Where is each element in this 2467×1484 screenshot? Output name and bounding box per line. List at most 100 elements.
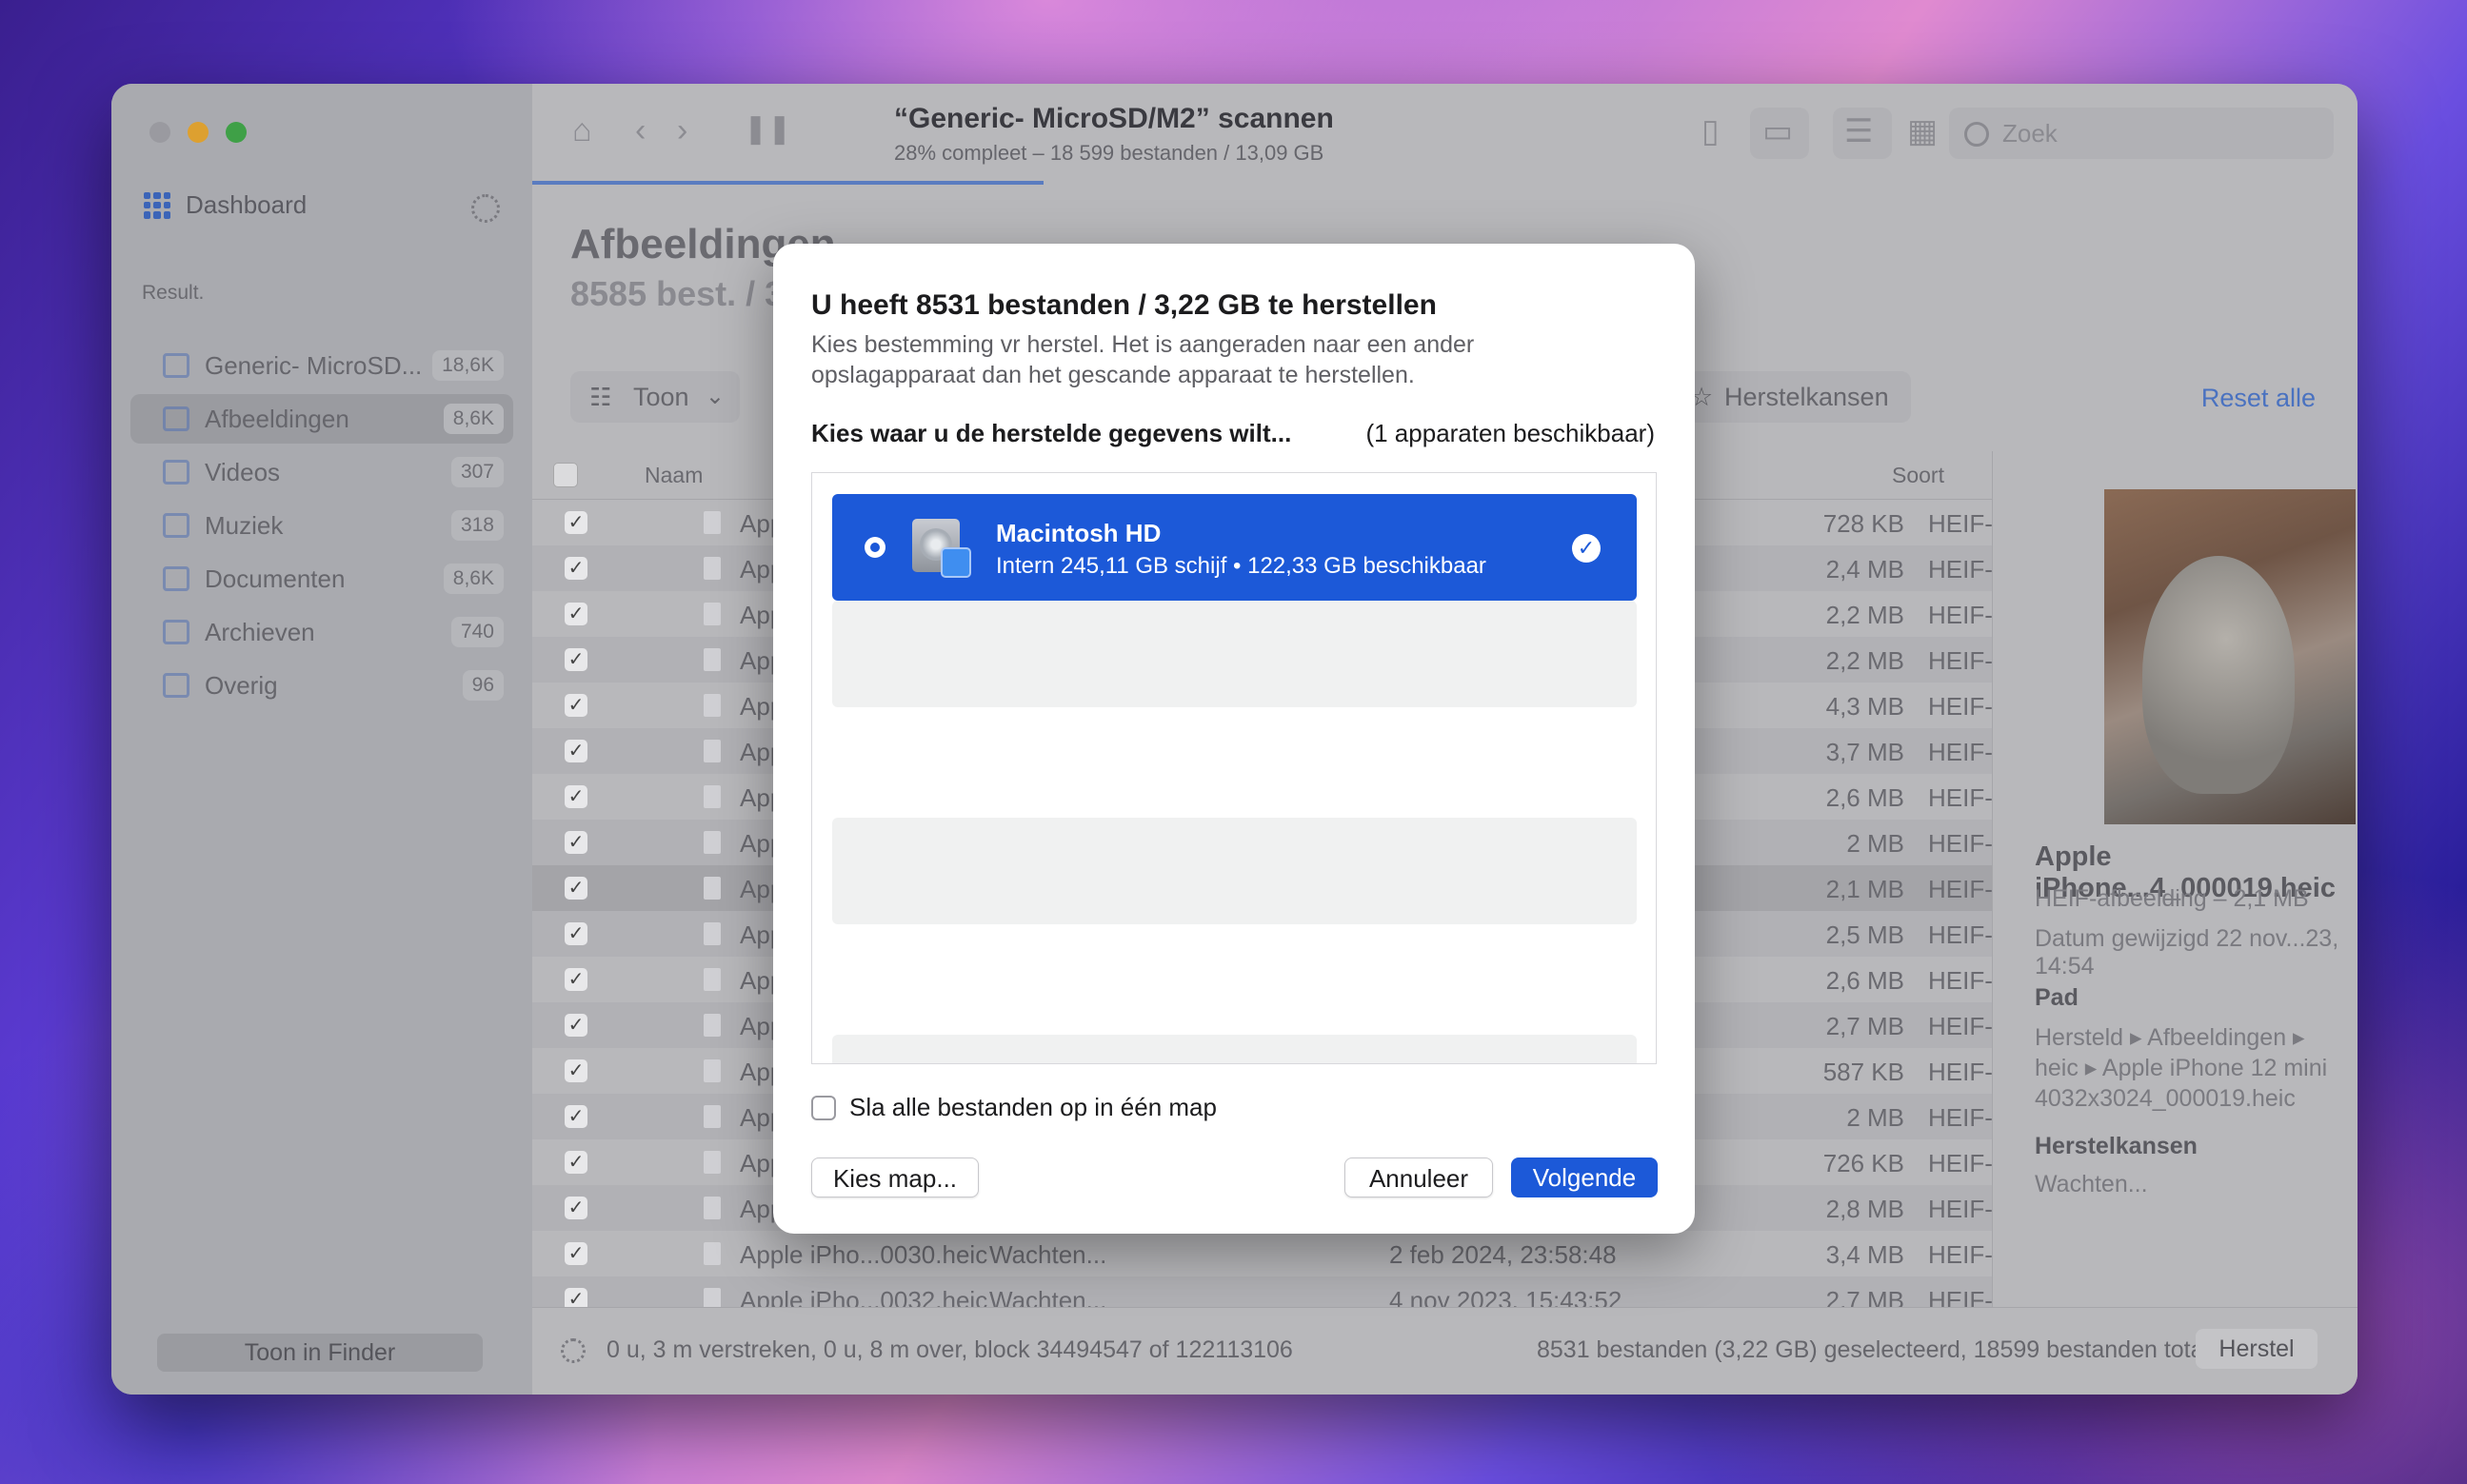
preview-date: Datum gewijzigd 22 nov...23, 14:54	[2035, 925, 2339, 979]
file-icon	[704, 1242, 721, 1265]
sidebar-item-generic-microsd[interactable]: Generic- MicroSD... 18,6K	[130, 341, 513, 390]
sidebar-item-dashboard[interactable]: Dashboard	[144, 190, 307, 220]
device-radio[interactable]	[865, 537, 885, 558]
row-checkbox[interactable]: ✓	[565, 1288, 587, 1308]
dialog-description: Kies bestemming vr herstel. Het is aange…	[811, 331, 1475, 388]
sidebar-item-count: 307	[450, 457, 504, 487]
reset-all-link[interactable]: Reset alle	[2201, 384, 2316, 413]
row-checkbox[interactable]: ✓	[565, 740, 587, 762]
next-button[interactable]: Volgende	[1511, 1158, 1658, 1197]
row-checkbox[interactable]: ✓	[565, 1197, 587, 1219]
row-checkbox[interactable]: ✓	[565, 1014, 587, 1037]
file-type: HEIF-	[1928, 829, 1992, 858]
file-type: HEIF-	[1928, 1286, 1992, 1308]
single-folder-option[interactable]: Sla alle bestanden op in één map	[811, 1093, 1217, 1122]
file-size: 2,1 MB	[1825, 875, 1904, 903]
herstelkansen-filter-button[interactable]: ☆ Herstelkansen	[1686, 371, 1911, 423]
row-checkbox[interactable]: ✓	[565, 785, 587, 808]
search-field[interactable]: Zoek	[1949, 108, 2334, 159]
row-checkbox[interactable]: ✓	[565, 1242, 587, 1265]
file-icon	[704, 1059, 721, 1082]
forward-icon[interactable]: ›	[677, 112, 687, 149]
grid-view-icon[interactable]: ▦	[1907, 112, 1938, 150]
file-icon	[704, 648, 721, 671]
table-row[interactable]: ✓ Apple iPho...0030.heic Wachten... 2 feb 2…	[532, 1231, 1992, 1276]
file-size: 587 KB	[1822, 1058, 1904, 1086]
column-header-type[interactable]: Soort	[1892, 463, 1944, 488]
minimize-window-button[interactable]	[188, 122, 209, 143]
search-placeholder: Zoek	[2002, 119, 2058, 148]
home-icon[interactable]: ⌂	[572, 112, 592, 149]
sidebar-item-count: 740	[450, 617, 504, 647]
sidebar-item-label: Documenten	[205, 564, 346, 593]
maximize-window-button[interactable]	[226, 122, 247, 143]
row-checkbox[interactable]: ✓	[565, 922, 587, 945]
sidebar-item-count: 18,6K	[432, 350, 504, 381]
sidebar-item-overig[interactable]: Overig 96	[130, 661, 513, 710]
row-checkbox[interactable]: ✓	[565, 648, 587, 671]
window-controls	[149, 122, 247, 143]
row-checkbox[interactable]: ✓	[565, 557, 587, 580]
toon-label: Toon	[633, 383, 689, 411]
file-icon	[704, 1151, 721, 1174]
file-icon	[704, 557, 721, 580]
file-size: 3,4 MB	[1825, 1240, 1904, 1269]
sidebar-item-archieven[interactable]: Archieven 740	[130, 607, 513, 657]
file-icon[interactable]: ▯	[1701, 112, 1720, 150]
file-type: HEIF-	[1928, 875, 1992, 903]
dialog-title: U heeft 8531 bestanden / 3,22 GB te hers…	[811, 289, 1437, 321]
preview-image	[2104, 489, 2356, 824]
row-checkbox[interactable]: ✓	[565, 831, 587, 854]
sidebar-item-count: 8,6K	[443, 404, 504, 434]
drive-icon	[163, 353, 189, 378]
file-name: Apple iPho...0032.heic	[740, 1286, 988, 1308]
sidebar-item-documenten[interactable]: Documenten 8,6K	[130, 554, 513, 603]
scan-title: “Generic- MicroSD/M2” scannen	[894, 103, 1334, 134]
row-checkbox[interactable]: ✓	[565, 511, 587, 534]
sidebar-item-muziek[interactable]: Muziek 318	[130, 501, 513, 550]
pause-icon[interactable]: ❚❚	[744, 112, 791, 146]
row-checkbox[interactable]: ✓	[565, 1059, 587, 1082]
recover-button[interactable]: Herstel	[2196, 1329, 2318, 1369]
row-checkbox[interactable]: ✓	[565, 1105, 587, 1128]
toon-filter-button[interactable]: ☷ Toon ⌄	[570, 371, 740, 423]
spinner-icon	[561, 1338, 586, 1363]
file-size: 2,6 MB	[1825, 966, 1904, 995]
row-checkbox[interactable]: ✓	[565, 694, 587, 717]
sidebar-item-videos[interactable]: Videos 307	[130, 447, 513, 497]
row-checkbox[interactable]: ✓	[565, 1151, 587, 1174]
row-checkbox[interactable]: ✓	[565, 603, 587, 625]
cancel-button[interactable]: Annuleer	[1344, 1158, 1493, 1197]
file-icon	[704, 1014, 721, 1037]
file-size: 2 MB	[1846, 1103, 1904, 1132]
select-all-checkbox[interactable]	[553, 463, 578, 487]
destination-prompt: Kies waar u de herstelde gegevens wilt..…	[811, 419, 1292, 447]
preview-path-label: Pad	[2035, 984, 2079, 1011]
choose-folder-button[interactable]: Kies map...	[811, 1158, 979, 1197]
sidebar-item-label: Archieven	[205, 617, 315, 646]
row-checkbox[interactable]: ✓	[565, 968, 587, 991]
scan-progress-bar	[532, 181, 1044, 185]
status-bar: 0 u, 3 m verstreken, 0 u, 8 m over, bloc…	[532, 1307, 2358, 1395]
device-name: Macintosh HD	[996, 519, 1162, 547]
file-size: 4,3 MB	[1825, 692, 1904, 721]
column-header-name[interactable]: Naam	[645, 463, 703, 488]
row-checkbox[interactable]: ✓	[565, 877, 587, 900]
video-icon	[163, 460, 189, 485]
file-type: HEIF-	[1928, 1058, 1992, 1086]
list-icon: ☰	[1844, 113, 1874, 149]
file-type: HEIF-	[1928, 920, 1992, 949]
single-folder-checkbox[interactable]	[811, 1095, 836, 1120]
table-row[interactable]: ✓ Apple iPho...0032.heic Wachten... 4 nov 2…	[532, 1276, 1992, 1308]
selection-summary: 8531 bestanden (3,22 GB) geselecteerd, 1…	[1537, 1336, 2222, 1363]
sidebar-item-afbeeldingen[interactable]: Afbeeldingen 8,6K	[130, 394, 513, 444]
sidebar-item-label: Overig	[205, 670, 278, 700]
file-icon	[704, 831, 721, 854]
close-window-button[interactable]	[149, 122, 170, 143]
preview-herstel-value: Wachten...	[2035, 1171, 2148, 1197]
back-icon[interactable]: ‹	[635, 112, 646, 149]
show-in-finder-button[interactable]: Toon in Finder	[157, 1334, 483, 1372]
file-size: 2,5 MB	[1825, 920, 1904, 949]
single-folder-label: Sla alle bestanden op in één map	[849, 1093, 1217, 1121]
device-item-macintosh-hd[interactable]: Macintosh HD Intern 245,11 GB schijf • 1…	[832, 494, 1637, 601]
